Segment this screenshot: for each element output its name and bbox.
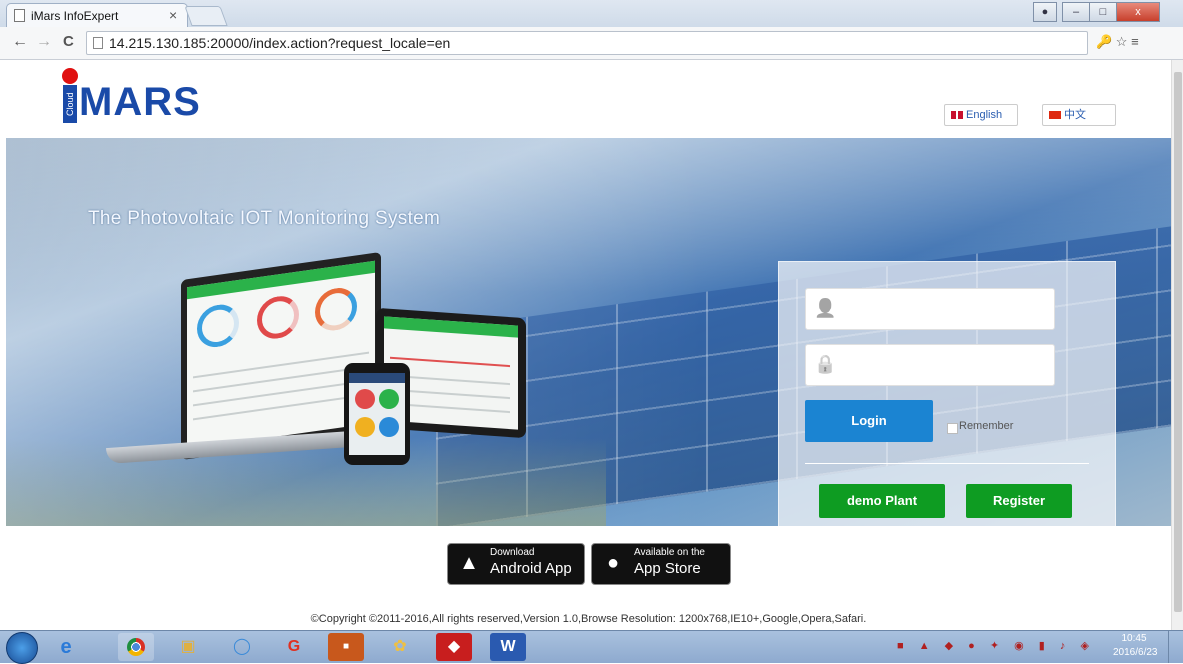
table-row bbox=[193, 393, 369, 421]
internet-explorer-icon[interactable]: e bbox=[48, 633, 84, 661]
start-button[interactable] bbox=[6, 632, 38, 664]
app-header-bar bbox=[349, 373, 405, 383]
page-icon bbox=[14, 9, 25, 22]
app-header-bar bbox=[384, 316, 518, 338]
paint-icon[interactable]: ✿ bbox=[382, 633, 418, 661]
table-row bbox=[193, 351, 369, 379]
password-input[interactable] bbox=[842, 353, 1046, 377]
android-badge-big-text: Android App bbox=[490, 560, 572, 577]
remember-checkbox[interactable] bbox=[947, 423, 958, 434]
forward-arrow-icon[interactable]: → bbox=[36, 33, 52, 51]
logo-dot bbox=[62, 68, 78, 84]
username-field[interactable]: 👤 bbox=[805, 288, 1055, 330]
app-store-badge[interactable]: ● Available on the App Store bbox=[591, 543, 731, 585]
chinese-language-button[interactable]: 中文 bbox=[1042, 104, 1116, 126]
hero-banner: The Photovoltaic IOT Monitoring System 👤… bbox=[6, 138, 1171, 526]
demo-plant-button[interactable]: demo Plant bbox=[819, 484, 945, 518]
table-row bbox=[193, 365, 369, 393]
chart-ring bbox=[315, 285, 357, 334]
divider bbox=[805, 463, 1089, 464]
password-field[interactable]: 🔒 bbox=[805, 344, 1055, 386]
taskbar-clock[interactable]: 10:45 2016/6/23 bbox=[1113, 632, 1158, 660]
app-icon bbox=[379, 417, 399, 437]
user-icon[interactable]: ● bbox=[1033, 2, 1057, 22]
minimize-button[interactable]: – bbox=[1062, 2, 1090, 22]
browser-menu-icons[interactable]: 🔑 ☆ ≡ bbox=[1096, 34, 1139, 50]
register-button[interactable]: Register bbox=[966, 484, 1072, 518]
user-icon: 👤 bbox=[814, 298, 837, 318]
apple-icon: ● bbox=[606, 552, 620, 574]
android-badge-small-text: Download bbox=[490, 547, 535, 558]
tab-title: iMars InfoExpert bbox=[31, 9, 119, 23]
hero-headline: The Photovoltaic IOT Monitoring System bbox=[88, 208, 441, 229]
back-arrow-icon[interactable]: ← bbox=[12, 33, 28, 51]
chinese-label: 中文 bbox=[1064, 109, 1086, 121]
lock-icon: 🔒 bbox=[814, 354, 837, 374]
clock-time: 10:45 bbox=[1121, 633, 1147, 644]
app-icon bbox=[355, 389, 375, 409]
app-icon bbox=[379, 389, 399, 409]
app-icon[interactable]: ◯ bbox=[224, 633, 260, 661]
sincai-app-icon[interactable]: ■ bbox=[328, 633, 364, 661]
phone-image bbox=[344, 363, 410, 465]
phone-screenshot bbox=[349, 373, 405, 455]
app-icon bbox=[355, 417, 375, 437]
browser-tab-bar: iMars InfoExpert × ● – □ x bbox=[0, 0, 1183, 28]
login-panel: 👤 🔒 Login Remember demo Plant Register bbox=[778, 261, 1116, 526]
app-store-badge-small-text: Available on the bbox=[634, 547, 705, 558]
address-bar[interactable]: 14.215.130.185:20000/index.action?reques… bbox=[86, 31, 1088, 55]
android-icon: ▲ bbox=[459, 552, 479, 574]
pdf-reader-icon[interactable]: ◆ bbox=[436, 633, 472, 661]
clock-date: 2016/6/23 bbox=[1113, 647, 1158, 658]
maximize-button[interactable]: □ bbox=[1089, 2, 1117, 22]
chrome-logo bbox=[127, 637, 145, 656]
reload-icon[interactable]: C bbox=[63, 33, 74, 50]
chart-ring bbox=[197, 301, 239, 350]
chrome-icon[interactable] bbox=[118, 633, 154, 661]
word-icon[interactable]: W bbox=[490, 633, 526, 661]
table-row bbox=[193, 379, 369, 407]
close-window-button[interactable]: x bbox=[1116, 2, 1160, 22]
windows-taskbar: e ▣ ◯ G ■ ✿ ◆ W ■ ▲ ◆ ● ✦ ◉ ▮ ♪ ◈ 10:45 … bbox=[0, 630, 1183, 664]
scrollbar-thumb[interactable] bbox=[1174, 72, 1182, 612]
system-tray-icons[interactable]: ■ ▲ ◆ ● ✦ ◉ ▮ ♪ ◈ bbox=[897, 639, 1095, 652]
url-text: 14.215.130.185:20000/index.action?reques… bbox=[109, 35, 451, 51]
username-input[interactable] bbox=[842, 297, 1046, 321]
page-icon bbox=[93, 37, 103, 49]
browser-toolbar: ← → C 14.215.130.185:20000/index.action?… bbox=[0, 27, 1183, 60]
app-store-badge-big-text: App Store bbox=[634, 560, 701, 577]
chart-ring bbox=[257, 293, 299, 342]
new-tab-button[interactable] bbox=[184, 6, 228, 26]
file-explorer-icon[interactable]: ▣ bbox=[170, 633, 206, 661]
login-button[interactable]: Login bbox=[805, 400, 933, 442]
logo-cloud-label: Cloud bbox=[63, 85, 77, 123]
vertical-scrollbar[interactable] bbox=[1171, 60, 1183, 630]
remember-label: Remember bbox=[959, 420, 1014, 432]
browser-tab[interactable]: iMars InfoExpert × bbox=[6, 3, 188, 28]
show-desktop-button[interactable] bbox=[1168, 631, 1183, 663]
copyright-text: ©Copyright ©2011-2016,All rights reserve… bbox=[310, 613, 867, 625]
english-language-button[interactable]: English bbox=[944, 104, 1018, 126]
china-flag-icon bbox=[1049, 111, 1061, 120]
close-tab-icon[interactable]: × bbox=[169, 7, 177, 23]
logo-text: MARS bbox=[79, 80, 201, 124]
app-icon[interactable]: G bbox=[276, 633, 312, 661]
web-page: Cloud MARS English 中文 The Photovoltaic I… bbox=[6, 60, 1171, 630]
uk-flag-icon bbox=[951, 111, 963, 120]
english-label: English bbox=[966, 109, 1003, 121]
android-app-badge[interactable]: ▲ Download Android App bbox=[447, 543, 585, 585]
